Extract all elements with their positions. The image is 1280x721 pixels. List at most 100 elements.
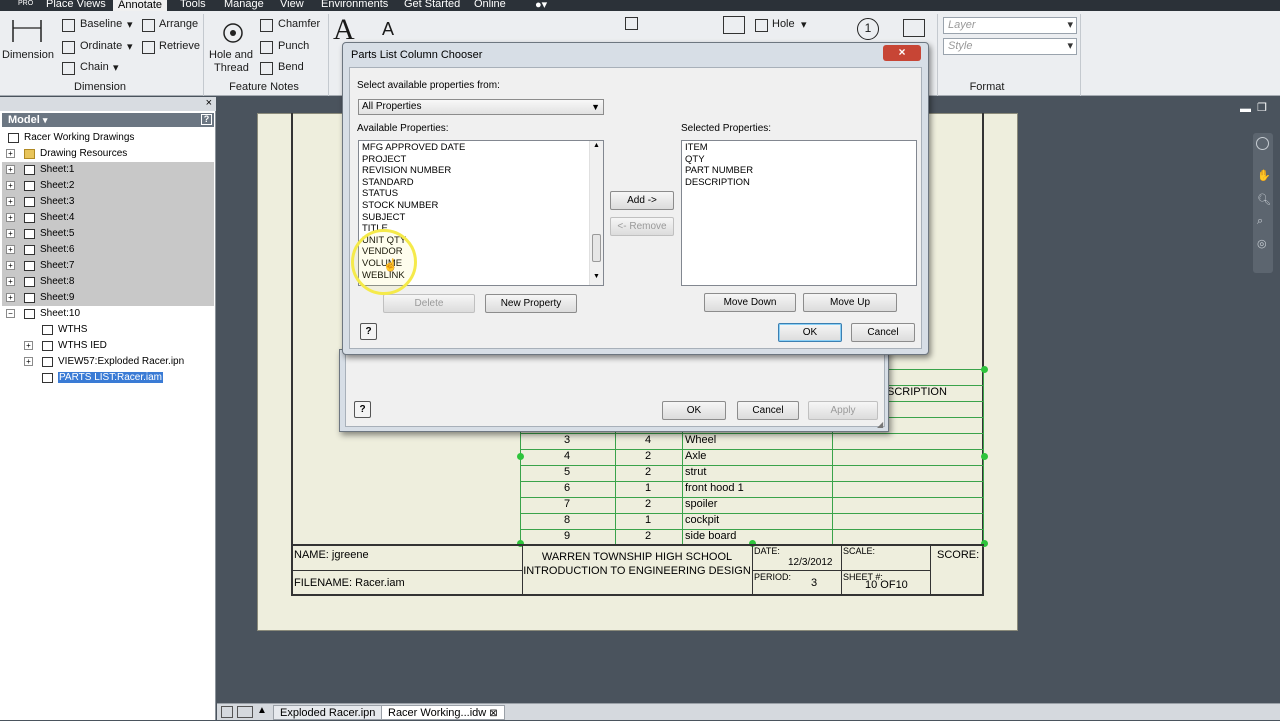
browser-item[interactable]: + Sheet:9 [2,290,214,306]
hole-thread-label-2[interactable]: Thread [214,62,249,74]
apply-button[interactable]: Apply [808,401,878,420]
scroll-down-icon[interactable]: ▼ [593,273,600,280]
browser-item[interactable]: PARTS LIST:Racer.iam [2,370,214,386]
browser-item[interactable]: + Sheet:3 [2,194,214,210]
browser-item[interactable]: + Drawing Resources [2,146,214,162]
zoom-window-icon[interactable]: ⌕ [1257,215,1263,228]
bend-button[interactable]: Bend [278,61,304,73]
orbit-icon[interactable]: ◎ [1257,237,1267,250]
sketch-symbol-icon[interactable] [625,17,638,30]
expand-icon[interactable]: + [24,341,33,350]
available-property-item[interactable]: STATUS [362,188,398,200]
selected-property-item[interactable]: DESCRIPTION [685,177,750,189]
tab-list-icon[interactable]: ▲ [257,705,267,716]
ok-button[interactable]: OK [778,323,842,342]
chevron-down-icon[interactable]: ▾ [43,115,48,125]
selected-property-item[interactable]: PART NUMBER [685,165,753,177]
chevron-down-icon[interactable]: ▼ [591,100,600,114]
scroll-thumb[interactable] [592,234,601,262]
resize-grip-icon[interactable]: ◢ [877,420,883,429]
selected-properties-list[interactable]: ITEM QTY PART NUMBER DESCRIPTION [681,140,917,286]
help-button[interactable]: ? [360,323,377,340]
move-up-button[interactable]: Move Up [803,293,897,312]
options-icon[interactable]: ●▾ [535,0,547,11]
tab-get-started[interactable]: Get Started [404,0,460,10]
cascade-view-icon[interactable] [237,706,253,718]
tab-place-views[interactable]: Place Views [46,0,106,10]
browser-item[interactable]: WTHS [2,322,214,338]
dimension-icon[interactable] [10,18,44,44]
pan-icon[interactable]: ✋ [1257,169,1271,182]
chamfer-button[interactable]: Chamfer [278,18,320,30]
property-source-select[interactable]: All Properties ▼ [358,99,604,115]
doc-tab-exploded-racer[interactable]: Exploded Racer.ipn [273,705,383,720]
selected-property-item[interactable]: ITEM [685,142,708,154]
table-icon[interactable] [723,16,745,34]
cancel-button[interactable]: Cancel [737,401,799,420]
expand-icon[interactable]: + [6,261,15,270]
available-property-item[interactable]: SUBJECT [362,212,405,224]
hole-button[interactable]: Hole [772,18,795,30]
grip-handle[interactable] [981,366,988,373]
table-row[interactable]: 8 1 cockpit [520,514,984,530]
minimize-icon[interactable]: ▬ [1240,103,1251,115]
browser-item[interactable]: − Sheet:10 [2,306,214,322]
tab-view[interactable]: View [280,0,304,10]
browser-item[interactable]: + Sheet:8 [2,274,214,290]
tab-online[interactable]: Online [474,0,506,10]
expand-icon[interactable]: + [6,197,15,206]
ordinate-button[interactable]: Ordinate [80,40,122,52]
available-property-item[interactable]: STOCK NUMBER [362,200,438,212]
selected-property-item[interactable]: QTY [685,154,705,166]
style-select[interactable]: Style [943,38,1077,55]
delete-button[interactable]: Delete [383,294,475,313]
close-icon[interactable]: × [883,45,921,61]
table-row[interactable]: 3 4 Wheel [520,434,984,450]
leader-text-icon[interactable]: A [382,19,394,40]
table-row[interactable]: 5 2 strut [520,466,984,482]
expand-icon[interactable]: + [6,149,15,158]
arrange-button[interactable]: Arrange [159,18,198,30]
expand-icon[interactable]: + [6,181,15,190]
collapse-icon[interactable]: − [6,309,15,318]
grip-handle[interactable] [981,453,988,460]
tab-environments[interactable]: Environments [321,0,388,10]
available-property-item[interactable]: PROJECT [362,154,406,166]
dimension-button[interactable]: Dimension [2,49,54,61]
table-row[interactable]: 7 2 spoiler [520,498,984,514]
scrollbar[interactable]: ▲ ▼ [589,141,603,285]
expand-icon[interactable]: + [6,165,15,174]
expand-icon[interactable]: + [6,213,15,222]
help-button[interactable]: ? [354,401,371,418]
table-row[interactable]: 4 2 Axle [520,450,984,466]
browser-item[interactable]: + Sheet:4 [2,210,214,226]
expand-icon[interactable]: + [6,277,15,286]
remove-button[interactable]: <- Remove [610,217,674,236]
tab-manage[interactable]: Manage [224,0,264,10]
layer-select[interactable]: Layer [943,17,1077,34]
browser-item[interactable]: + Sheet:5 [2,226,214,242]
browser-item[interactable]: Racer Working Drawings [2,130,214,146]
available-property-item[interactable]: STANDARD [362,177,414,189]
layers-icon[interactable] [903,19,925,37]
expand-icon[interactable]: + [6,229,15,238]
cancel-button[interactable]: Cancel [851,323,915,342]
tab-tools[interactable]: Tools [180,0,206,10]
available-property-item[interactable]: REVISION NUMBER [362,165,451,177]
scroll-up-icon[interactable]: ▲ [593,142,600,149]
expand-icon[interactable]: + [6,293,15,302]
close-icon[interactable]: × [206,97,212,109]
expand-icon[interactable]: + [6,245,15,254]
browser-item[interactable]: + Sheet:1 [2,162,214,178]
new-property-button[interactable]: New Property [485,294,577,313]
tile-view-icon[interactable] [221,706,233,718]
help-icon[interactable]: ? [201,114,212,125]
chevron-down-icon[interactable]: ▾ [127,18,133,31]
grip-handle[interactable] [517,453,524,460]
chevron-down-icon[interactable]: ▾ [113,61,119,74]
doc-tab-racer-working[interactable]: Racer Working...idw ⊠ [381,705,505,720]
close-icon[interactable]: ⊠ [489,708,497,719]
ok-button[interactable]: OK [662,401,726,420]
baseline-button[interactable]: Baseline [80,18,122,30]
punch-button[interactable]: Punch [278,40,309,52]
